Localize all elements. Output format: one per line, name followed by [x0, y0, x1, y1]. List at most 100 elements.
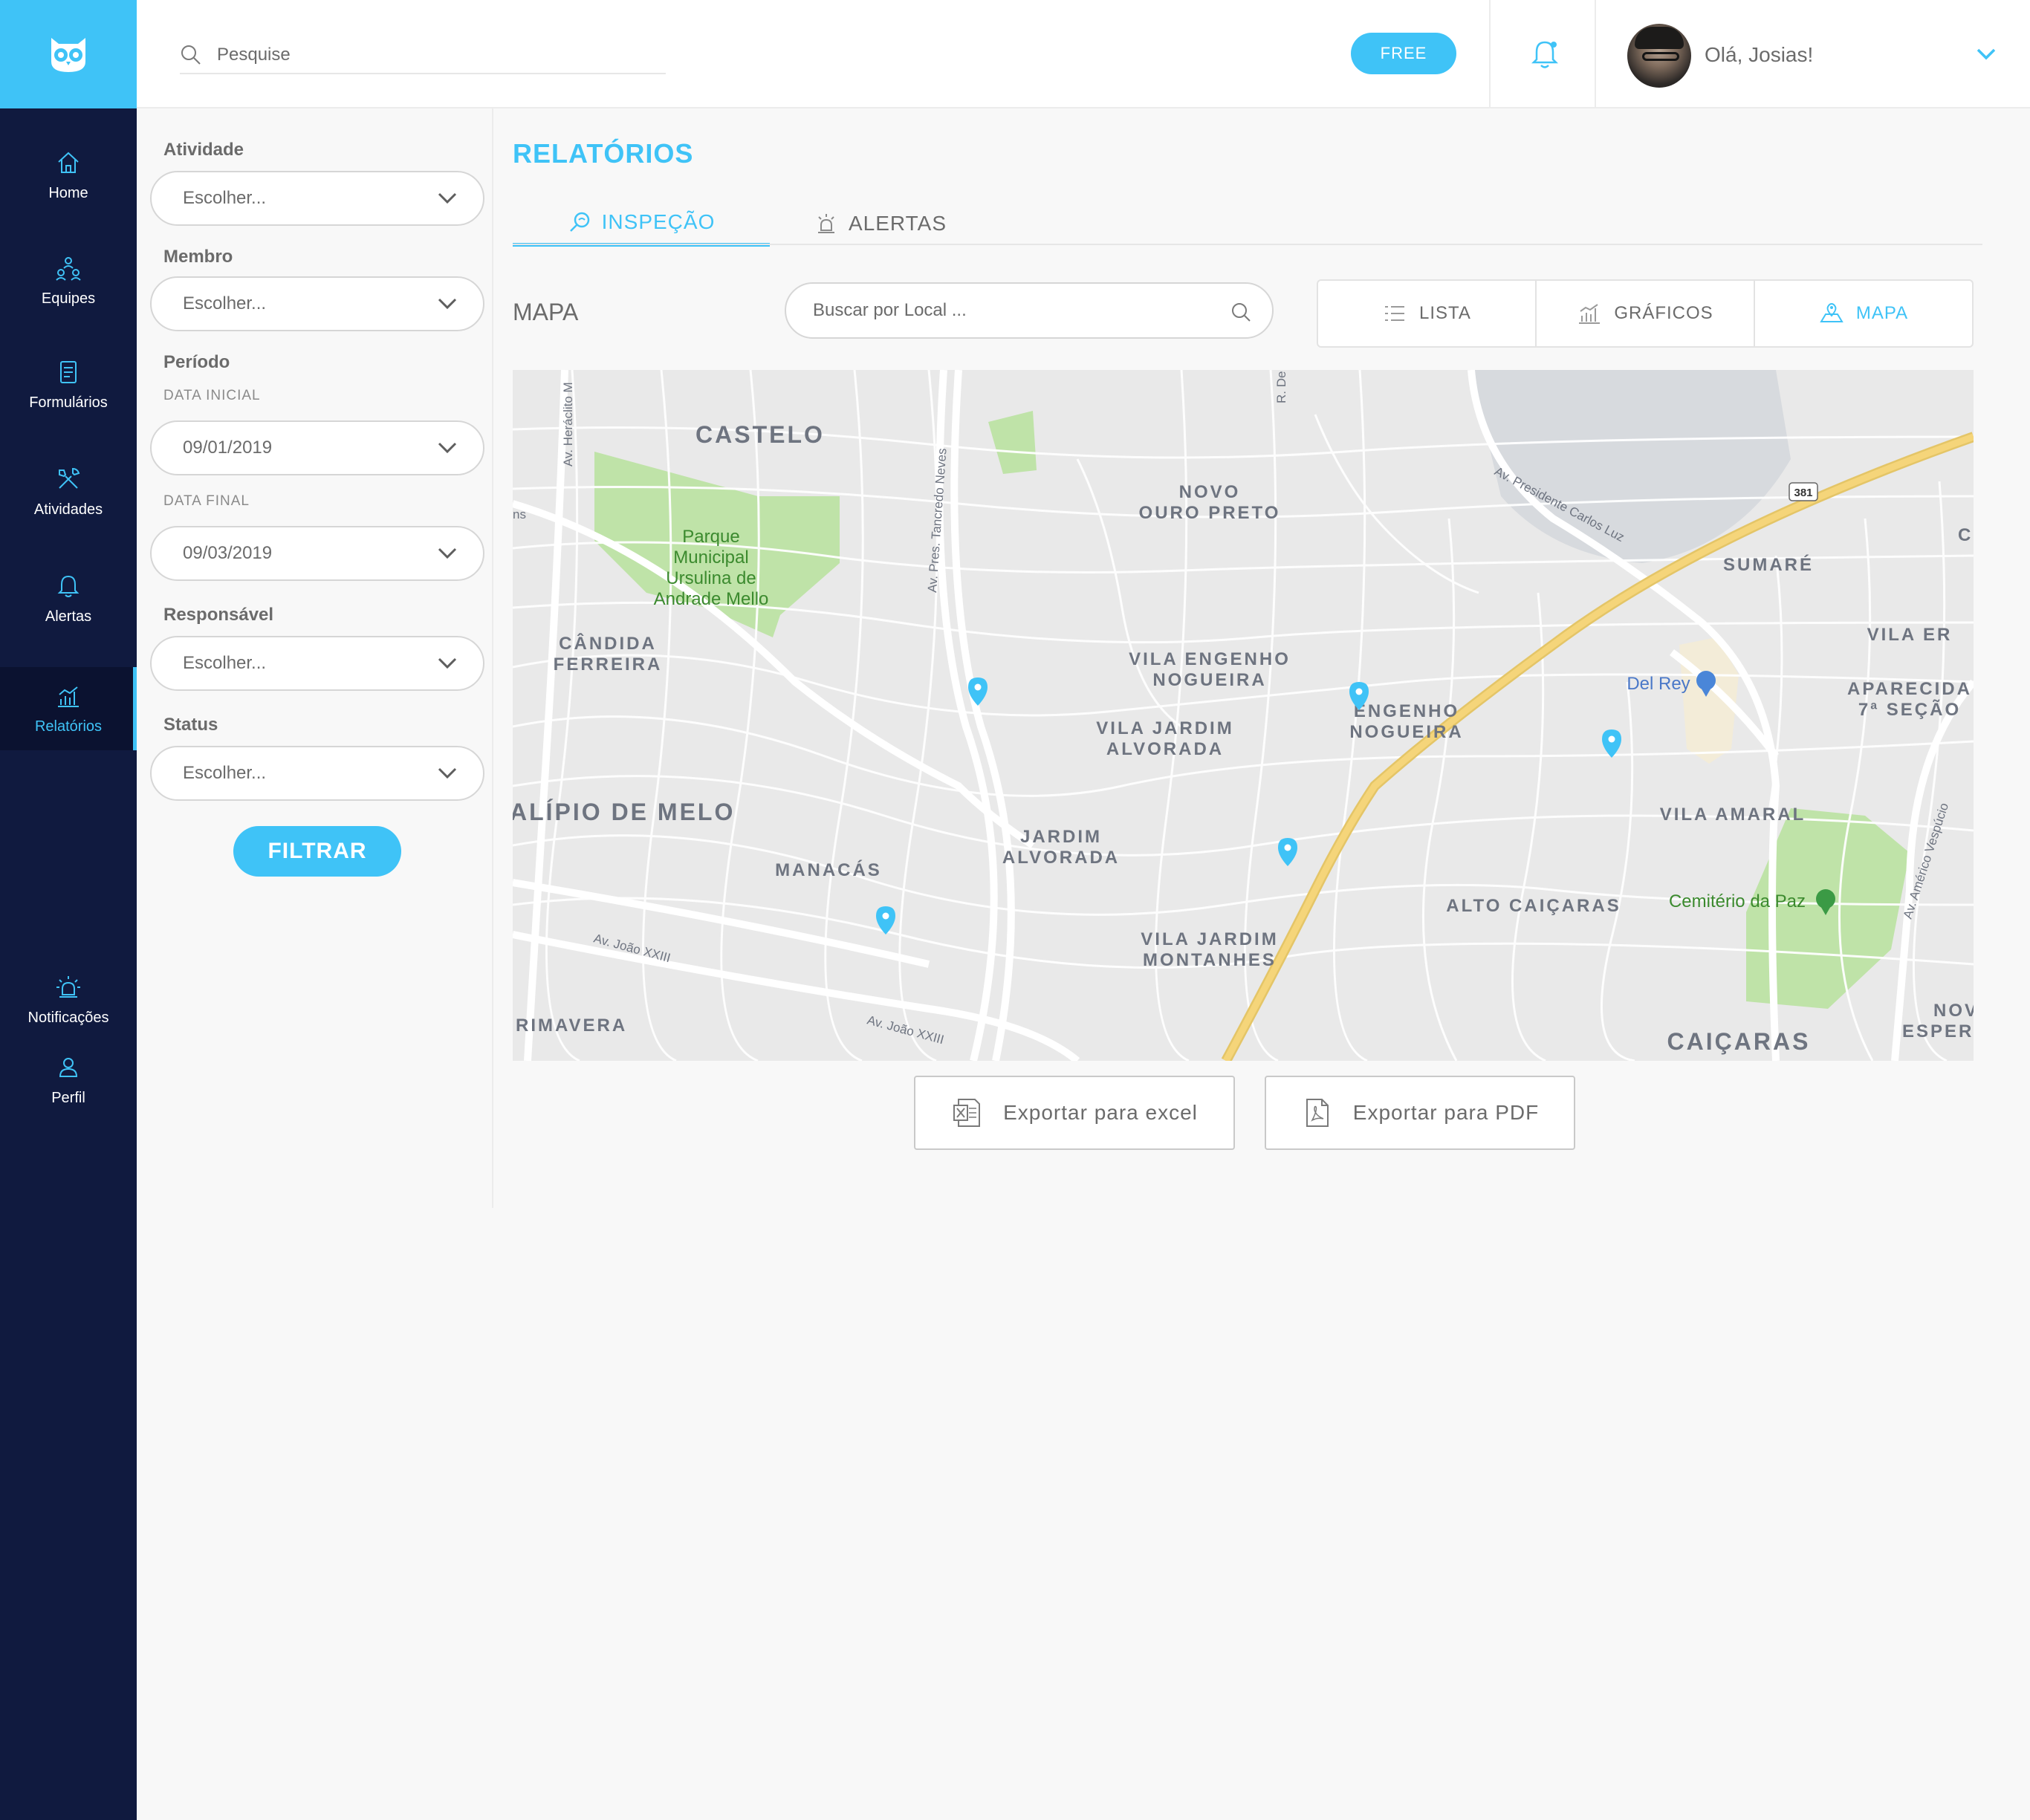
sidebar-item-equipes[interactable]: Equipes — [0, 239, 137, 322]
filter-responsavel-select[interactable]: Escolher... — [150, 636, 484, 691]
filter-atividade-select[interactable]: Escolher... — [150, 171, 484, 226]
map-label: ALVORADA — [1002, 848, 1120, 868]
park-label: Andrade Mello — [654, 589, 769, 609]
sidebar-item-alertas[interactable]: Alertas — [0, 557, 137, 640]
notification-bell-icon[interactable] — [1529, 39, 1560, 71]
select-value: Escolher... — [183, 653, 267, 673]
map-label: FERREIRA — [554, 654, 663, 675]
sidebar-item-label: Home — [48, 184, 88, 201]
filter-responsavel-label: Responsável — [163, 605, 274, 625]
view-label: GRÁFICOS — [1614, 303, 1713, 323]
map-label: VILA JARDIM — [1141, 929, 1278, 949]
siren-icon — [817, 214, 834, 233]
map-label: CÂNDIDA — [559, 633, 657, 654]
user-greeting[interactable]: Olá, Josias! — [1705, 43, 1813, 67]
map-label: RIMAVERA — [516, 1015, 627, 1036]
map-label: MANACÁS — [775, 859, 882, 880]
top-header: FREE Olá, Josias! — [137, 0, 2030, 108]
filter-panel: Atividade Escolher... Membro Escolher...… — [137, 108, 493, 1208]
map-label: VILA ER — [1867, 625, 1953, 645]
map-icon — [1820, 302, 1843, 322]
siren-icon — [56, 975, 80, 998]
plan-free-button[interactable]: FREE — [1351, 33, 1456, 74]
filter-atividade-label: Atividade — [163, 140, 244, 160]
map-label: C. — [1958, 525, 1974, 545]
sidebar-item-home[interactable]: Home — [0, 134, 137, 217]
search-icon — [181, 45, 201, 65]
sidebar-item-label: Atividades — [33, 501, 103, 518]
map-label: NOVO — [1179, 482, 1241, 502]
map-label: NOGUEIRA — [1349, 722, 1463, 742]
inspection-icon — [569, 212, 589, 232]
sidebar-item-label: Formulários — [29, 394, 108, 411]
select-value: Escolher... — [183, 763, 267, 783]
map-label: SUMARÉ — [1723, 554, 1814, 575]
map-view[interactable]: 381 CASTELO NOVO OURO PRETO SUMARÉ C. CÂ… — [513, 370, 1974, 1061]
route-number: 381 — [1794, 487, 1812, 499]
pdf-file-icon — [1306, 1099, 1329, 1127]
chevron-down-icon[interactable] — [1975, 45, 1997, 62]
view-mapa-button[interactable]: MAPA — [1755, 281, 1972, 346]
chevron-down-icon — [438, 657, 457, 669]
view-lista-button[interactable]: LISTA — [1318, 281, 1537, 346]
export-pdf-label: Exportar para PDF — [1352, 1101, 1540, 1124]
map-label: MONTANHES — [1143, 950, 1277, 970]
map-label: JARDIM — [1020, 827, 1102, 847]
data-final-select[interactable]: 09/03/2019 — [150, 526, 484, 581]
chevron-down-icon — [438, 442, 457, 454]
sidebar-item-label: Alertas — [45, 608, 92, 625]
filter-submit-button[interactable]: FILTRAR — [233, 826, 401, 877]
teams-icon — [56, 256, 81, 281]
tab-label: ALERTAS — [848, 212, 947, 235]
filter-periodo-label: Período — [163, 352, 230, 372]
view-label: MAPA — [1855, 303, 1909, 323]
data-inicial-select[interactable]: 09/01/2019 — [150, 420, 484, 475]
map-canvas: 381 CASTELO NOVO OURO PRETO SUMARÉ C. CÂ… — [513, 370, 1974, 1061]
tab-inspecao[interactable]: INSPEÇÃO — [513, 201, 770, 247]
tools-icon — [59, 467, 80, 489]
bell-icon — [57, 575, 80, 597]
map-label: ALVORADA — [1106, 739, 1224, 759]
sidebar-item-formularios[interactable]: Formulários — [0, 343, 137, 426]
map-label: VILA ENGENHO — [1129, 649, 1291, 669]
map-label: 7ª SEÇÃO — [1858, 699, 1961, 720]
home-icon — [58, 152, 79, 173]
sidebar-item-relatorios[interactable]: Relatórios — [0, 667, 137, 750]
map-label: ESPERA — [1902, 1021, 1974, 1041]
search-icon[interactable] — [1229, 300, 1253, 324]
list-icon — [1385, 306, 1405, 321]
map-label: ALÍPIO DE MELO — [513, 799, 735, 825]
park-label: Parque — [682, 527, 739, 547]
sidebar-item-label: Relatórios — [34, 718, 103, 735]
global-search — [180, 37, 666, 74]
sidebar-item-atividades[interactable]: Atividades — [0, 450, 137, 533]
chevron-down-icon — [438, 298, 457, 310]
filter-membro-select[interactable]: Escolher... — [150, 276, 484, 331]
sidebar-item-perfil[interactable]: Perfil — [0, 1039, 137, 1122]
sidebar-item-notificacoes[interactable]: Notificações — [0, 958, 137, 1041]
filter-status-select[interactable]: Escolher... — [150, 746, 484, 801]
select-value: 09/01/2019 — [183, 438, 273, 458]
app-logo[interactable] — [0, 0, 137, 108]
export-pdf-button[interactable]: Exportar para PDF — [1265, 1076, 1575, 1150]
form-icon — [60, 360, 77, 383]
park-label: Cemitério da Paz — [1669, 891, 1806, 911]
map-label: VILA AMARAL — [1660, 805, 1806, 825]
export-excel-button[interactable]: Exportar para excel — [914, 1076, 1235, 1150]
header-divider — [1489, 0, 1491, 108]
user-icon — [59, 1057, 78, 1077]
location-search-input[interactable] — [813, 300, 1214, 321]
filter-status-label: Status — [163, 715, 218, 735]
excel-file-icon — [953, 1099, 981, 1127]
tab-alertas[interactable]: ALERTAS — [810, 201, 951, 247]
sidebar-item-label: Equipes — [41, 290, 96, 307]
view-graficos-button[interactable]: GRÁFICOS — [1537, 281, 1755, 346]
map-label: OURO PRETO — [1139, 503, 1281, 523]
sidebar: Home Equipes Formulários Atividades Aler… — [0, 0, 137, 1820]
page-title: RELATÓRIOS — [513, 138, 694, 169]
view-toggle: LISTA GRÁFICOS MAPA — [1317, 279, 1974, 348]
place-label: Del Rey — [1627, 674, 1690, 694]
global-search-input[interactable] — [217, 45, 633, 65]
export-excel-label: Exportar para excel — [1003, 1101, 1198, 1124]
avatar[interactable] — [1627, 24, 1691, 88]
